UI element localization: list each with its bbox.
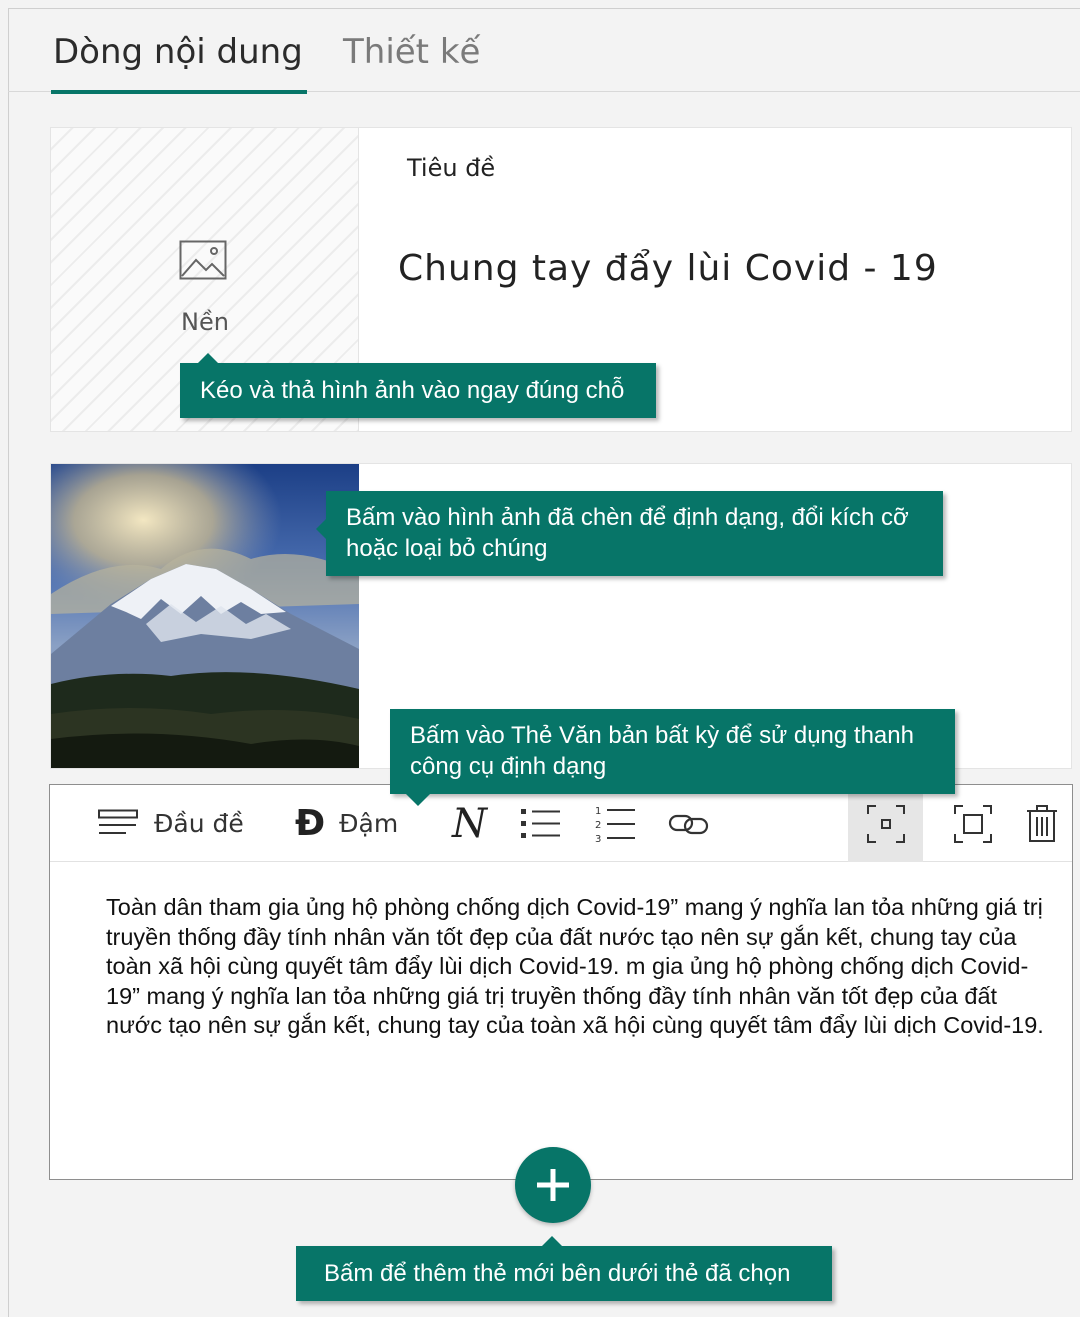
tooltip-add-card: Bấm để thêm thẻ mới bên dưới thẻ đã chọn [296, 1236, 832, 1301]
numbered-list-button[interactable]: 1 2 3 [595, 785, 637, 862]
tooltip-click-text-card: Bấm vào Thẻ Văn bản bất kỳ để sử dụng th… [390, 709, 955, 806]
tab-design[interactable]: Thiết kế [343, 32, 480, 72]
fit-focus-button[interactable] [848, 785, 923, 862]
background-label: Nền [181, 308, 229, 336]
bold-button[interactable]: Đ Đậm [295, 785, 398, 862]
tooltip-click-image-text: Bấm vào hình ảnh đã chèn để định dạng, đ… [346, 504, 909, 562]
tooltip-click-text-card-text: Bấm vào Thẻ Văn bản bất kỳ để sử dụng th… [410, 722, 914, 780]
title-label: Tiêu đề [407, 154, 496, 182]
bulleted-list-icon [521, 808, 560, 838]
text-card-body[interactable]: Toàn dân tham gia ủng hộ phòng chống dịc… [106, 893, 1056, 1041]
plus-icon [537, 1169, 569, 1201]
add-card-button[interactable] [515, 1147, 591, 1223]
format-toolbar: Đầu đề Đ Đậm N 1 2 3 [50, 785, 1072, 862]
heading-button[interactable]: Đầu đề [98, 785, 244, 862]
italic-icon: N [452, 800, 487, 847]
delete-button[interactable] [1012, 785, 1072, 862]
fill-frame-button[interactable] [938, 785, 1008, 862]
link-button[interactable] [668, 785, 710, 862]
bold-label: Đậm [339, 809, 399, 838]
bulleted-list-button[interactable] [520, 785, 562, 862]
link-icon [668, 814, 709, 834]
tab-bar: Dòng nội dung Thiết kế [8, 8, 1080, 94]
svg-text:2: 2 [595, 820, 601, 831]
tooltip-drag-drop-text: Kéo và thả hình ảnh vào ngay đúng chỗ [200, 377, 625, 404]
title-input[interactable]: Chung tay đẩy lùi Covid - 19 [398, 248, 938, 289]
heading-lines-icon [98, 809, 138, 834]
tooltip-click-image: Bấm vào hình ảnh đã chèn để định dạng, đ… [316, 491, 943, 576]
italic-button[interactable]: N [452, 785, 487, 862]
image-icon [179, 240, 227, 280]
fit-focus-icon [866, 804, 905, 843]
text-card[interactable]: Đầu đề Đ Đậm N 1 2 3 Toàn dân tham gia ủ… [49, 784, 1073, 1180]
svg-text:3: 3 [595, 834, 601, 844]
svg-text:1: 1 [595, 806, 601, 817]
tab-content-flow[interactable]: Dòng nội dung [51, 32, 307, 94]
inserted-image[interactable] [51, 464, 359, 768]
fill-frame-icon [954, 804, 992, 843]
trash-icon [1027, 804, 1057, 842]
tooltip-drag-drop: Kéo và thả hình ảnh vào ngay đúng chỗ [180, 353, 656, 418]
tooltip-add-card-text: Bấm để thêm thẻ mới bên dưới thẻ đã chọn [324, 1260, 791, 1287]
bold-icon: Đ [295, 803, 326, 844]
numbered-list-icon: 1 2 3 [595, 806, 635, 844]
heading-label: Đầu đề [154, 809, 244, 838]
